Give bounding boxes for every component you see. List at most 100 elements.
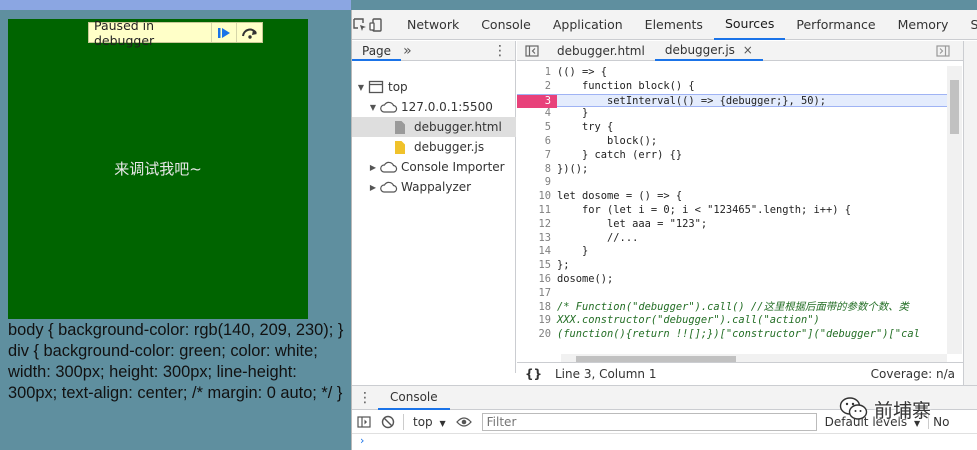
line-number[interactable]: 14 [517,245,557,259]
navigator-menu-icon[interactable]: ⋮ [493,43,507,59]
line-number[interactable]: 16 [517,273,557,287]
resume-button[interactable] [210,23,237,42]
code-line[interactable]: 4 } [517,107,947,121]
code-line[interactable]: 19 XXX.constructor("debugger").call("acti… [517,314,947,328]
tab-console[interactable]: Console [470,10,542,40]
tree-item-label: debugger.html [414,120,502,134]
tab-application[interactable]: Application [542,10,634,40]
tab-sources[interactable]: Sources [713,10,786,40]
console-filter-input[interactable] [481,412,817,431]
wechat-logo-icon [839,397,868,420]
live-expression-button[interactable] [452,410,476,434]
green-box: 来调试我吧~ [8,19,308,319]
debugger-sidebar-collapsed[interactable] [963,41,977,385]
line-number[interactable]: 17 [517,287,557,301]
editor-tab-debugger-html[interactable]: debugger.html [547,41,655,61]
editor-status-bar: {} Line 3, Column 1 Coverage: n/a [517,362,963,384]
toggle-navigator-button[interactable] [517,41,547,61]
code-line[interactable]: 12 let aaa = "123"; [517,218,947,232]
drawer-tab-console[interactable]: Console [378,386,450,410]
toggle-debugger-button[interactable] [929,36,957,66]
tab-elements[interactable]: Elements [634,10,714,40]
tree-item-console-importer[interactable]: ▶ Console Importer [352,157,516,177]
line-number[interactable]: 13 [517,232,557,246]
clear-console-button[interactable] [376,410,400,434]
line-number[interactable]: 11 [517,204,557,218]
code-text: let dosome = () => { [557,190,683,203]
line-number[interactable]: 2 [517,80,557,94]
console-prompt[interactable]: › [352,434,977,448]
code-line[interactable]: 9 [517,176,947,190]
code-line[interactable]: 14 } [517,245,947,259]
line-number[interactable]: 20 [517,328,557,342]
tree-item-top[interactable]: ▼ top [352,77,516,97]
code-line[interactable]: 8})(); [517,163,947,177]
code-line[interactable]: 11 for (let i = 0; i < "123465".length; … [517,204,947,218]
line-number[interactable]: 9 [517,176,557,190]
line-number[interactable]: 19 [517,314,557,328]
drawer-menu-icon[interactable]: ⋮ [352,390,378,406]
tab-network[interactable]: Network [396,10,470,40]
more-tabs-button[interactable]: » [403,43,412,59]
pretty-print-button[interactable]: {} [525,367,545,381]
line-number[interactable]: 18 [517,301,557,315]
code-line[interactable]: 2 function block() { [517,80,947,94]
dropdown-arrow-icon: ▼ [439,418,446,428]
code-line[interactable]: 5 try { [517,121,947,135]
line-number[interactable]: 8 [517,163,557,177]
close-tab-icon[interactable]: × [743,43,753,57]
step-over-icon [241,28,257,39]
line-number[interactable]: 10 [517,190,557,204]
code-line[interactable]: 17 [517,287,947,301]
line-number[interactable]: 6 [517,135,557,149]
code-line[interactable]: 7 } catch (err) {} [517,149,947,163]
editor-tabbar: debugger.html debugger.js × [517,41,963,61]
collapsed-arrow-icon: ▶ [369,182,377,192]
code-line[interactable]: 15}; [517,259,947,273]
tab-security[interactable]: Securi [959,10,977,40]
show-sidebar-button[interactable] [352,410,376,434]
tree-item-label: Console Importer [401,160,505,174]
code-line[interactable]: 1(() => { [517,66,947,80]
context-select[interactable]: top ▼ [407,415,452,429]
tab-page[interactable]: Page [352,41,402,61]
watermark-text: 前埔寨 [874,399,932,422]
issues-button[interactable]: No [928,414,949,429]
expanded-arrow-icon: ▼ [369,102,377,112]
code-text: } catch (err) {} [557,148,683,161]
code-line[interactable]: 6 block(); [517,135,947,149]
scroll-thumb[interactable] [950,80,959,134]
device-toolbar-button[interactable] [368,10,384,40]
code-area[interactable]: 1(() => {2 function block() {3 setInterv… [517,66,947,354]
cloud-icon [380,101,398,113]
line-number[interactable]: 1 [517,66,557,80]
line-number[interactable]: 3 [517,94,557,109]
device-icon [369,17,382,32]
code-line[interactable]: 16 dosome(); [517,273,947,287]
code-line[interactable]: 20 (function(){return !![];})["constructo… [517,328,947,342]
editor-tab-label: debugger.js [664,42,735,57]
vertical-scrollbar[interactable] [947,66,962,354]
editor-tab-debugger-js[interactable]: debugger.js × [654,41,763,61]
tree-item-debugger-html[interactable]: debugger.html [352,117,516,137]
line-number[interactable]: 4 [517,107,557,121]
tree-item-wappalyzer[interactable]: ▶ Wappalyzer [352,177,516,197]
code-line[interactable]: 18/* Function("debugger").call() //这里根据后… [517,301,947,315]
inspect-icon [353,17,366,31]
line-number[interactable]: 12 [517,218,557,232]
tab-performance[interactable]: Performance [785,10,886,40]
line-number[interactable]: 15 [517,259,557,273]
line-number[interactable]: 7 [517,149,557,163]
code-line-paused[interactable]: 3 setInterval(() => {debugger;}, 50); [517,93,947,109]
step-over-button[interactable] [236,23,262,42]
code-text: (function(){return !![];})["constructor"… [557,328,920,341]
file-icon [395,120,405,134]
code-line[interactable]: 10 let dosome = () => { [517,190,947,204]
toolbar-divider [403,413,404,430]
tree-item-localhost[interactable]: ▼ 127.0.0.1:5500 [352,97,516,117]
line-number[interactable]: 5 [517,121,557,135]
tree-item-debugger-js[interactable]: debugger.js [352,137,516,157]
code-line[interactable]: 13 //... [517,232,947,246]
inspect-element-button[interactable] [352,10,368,40]
watermark: 前埔寨 [839,394,931,424]
